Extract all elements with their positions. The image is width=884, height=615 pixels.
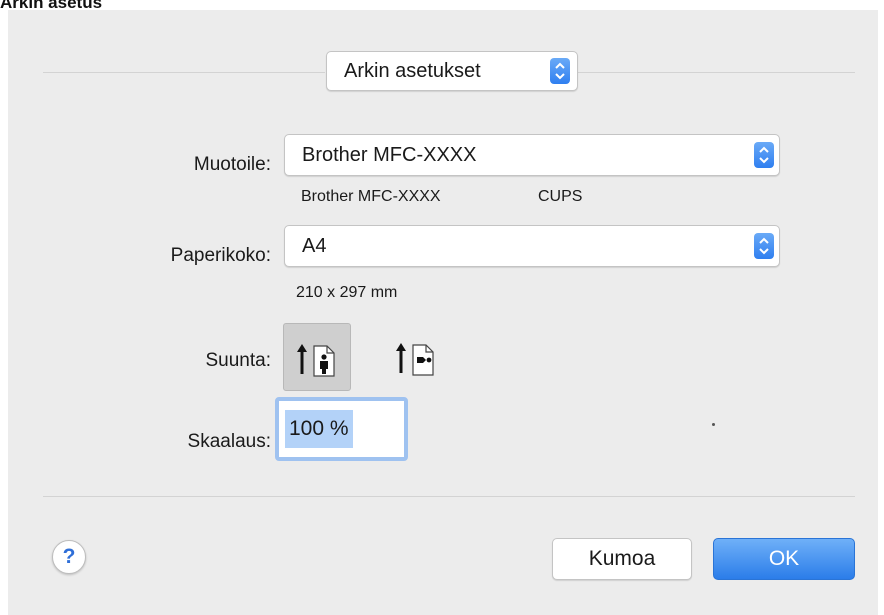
top-divider-left [43, 72, 325, 73]
orientation-portrait-button[interactable] [283, 323, 351, 391]
stray-dot [712, 423, 715, 426]
scale-label: Skaalaus: [187, 431, 271, 452]
help-button[interactable]: ? [52, 540, 86, 574]
format-for-label: Muotoile: [193, 154, 271, 175]
bottom-divider [43, 496, 855, 497]
portrait-orientation-icon [297, 344, 335, 377]
scale-input-value: 100 % [285, 410, 353, 448]
paper-dimensions-text: 210 x 297 mm [296, 284, 398, 301]
cancel-button[interactable]: Kumoa [552, 538, 692, 580]
orientation-label: Suunta: [205, 350, 272, 371]
format-for-value: Brother MFC-XXXX [302, 144, 477, 166]
popup-stepper-icon [754, 142, 774, 168]
popup-stepper-icon [754, 233, 774, 259]
paper-size-value: A4 [302, 235, 327, 257]
settings-type-popup[interactable]: Arkin asetukset [326, 51, 578, 91]
top-divider-right [573, 72, 855, 73]
printer-model-text: Brother MFC-XXXX [301, 188, 441, 205]
settings-type-value: Arkin asetukset [344, 60, 481, 82]
format-for-popup[interactable]: Brother MFC-XXXX [284, 134, 780, 176]
printer-driver-text: CUPS [538, 188, 583, 205]
paper-size-label: Paperikoko: [170, 245, 271, 266]
paper-size-popup[interactable]: A4 [284, 225, 780, 267]
popup-stepper-icon [550, 58, 570, 84]
ok-button[interactable]: OK [713, 538, 855, 580]
scale-input[interactable]: 100 % [275, 397, 408, 461]
landscape-orientation-icon [396, 343, 434, 376]
page-setup-dialog: Arkin asetukset Muotoile: Brother MFC-XX… [8, 10, 878, 615]
orientation-landscape-button[interactable] [383, 323, 451, 391]
